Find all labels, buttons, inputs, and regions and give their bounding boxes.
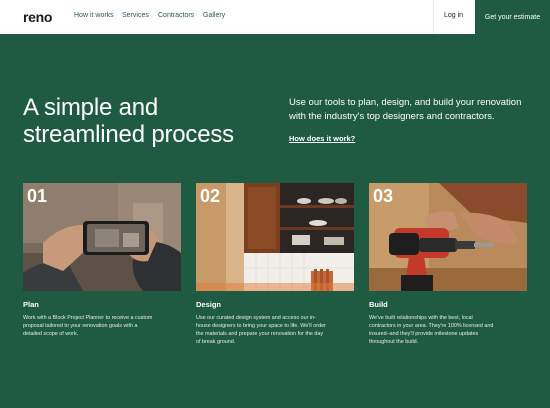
design-photo: 02 <box>196 183 354 291</box>
step-card-plan: 01 Plan Work with a Block Project Planne… <box>23 183 181 337</box>
step-number: 02 <box>200 186 221 206</box>
nav-link-how-it-works[interactable]: How it works <box>74 12 114 19</box>
nav-divider <box>433 0 434 34</box>
logo[interactable]: reno <box>23 9 52 25</box>
step-card-build: 03 Build We've built relationships with … <box>369 183 527 345</box>
hero-title: A simple and streamlined process <box>23 94 234 148</box>
step-description: Use our curated design system and access… <box>196 315 326 346</box>
step-title: Design <box>196 300 222 309</box>
build-photo: 03 <box>369 183 527 291</box>
step-title: Plan <box>23 300 39 309</box>
plan-photo: 01 <box>23 183 181 291</box>
step-description: Work with a Block Project Planner to rec… <box>23 315 153 338</box>
step-card-design: 02 Design Use our curated design system … <box>196 183 354 345</box>
login-link[interactable]: Log in <box>444 12 463 19</box>
step-number: 03 <box>373 186 394 206</box>
top-nav: reno How it works Services Contractors G… <box>0 0 550 34</box>
step-description: We've built relationships with the best,… <box>369 315 494 346</box>
hero-description: Use our tools to plan, design, and build… <box>289 97 522 122</box>
how-does-it-work-link[interactable]: How does it work? <box>289 134 355 143</box>
nav-link-services[interactable]: Services <box>122 12 149 19</box>
nav-link-contractors[interactable]: Contractors <box>158 12 194 19</box>
get-estimate-button[interactable]: Get your estimate <box>475 0 550 34</box>
nav-link-gallery[interactable]: Gallery <box>203 12 225 19</box>
step-number: 01 <box>27 186 48 206</box>
step-title: Build <box>369 300 388 309</box>
